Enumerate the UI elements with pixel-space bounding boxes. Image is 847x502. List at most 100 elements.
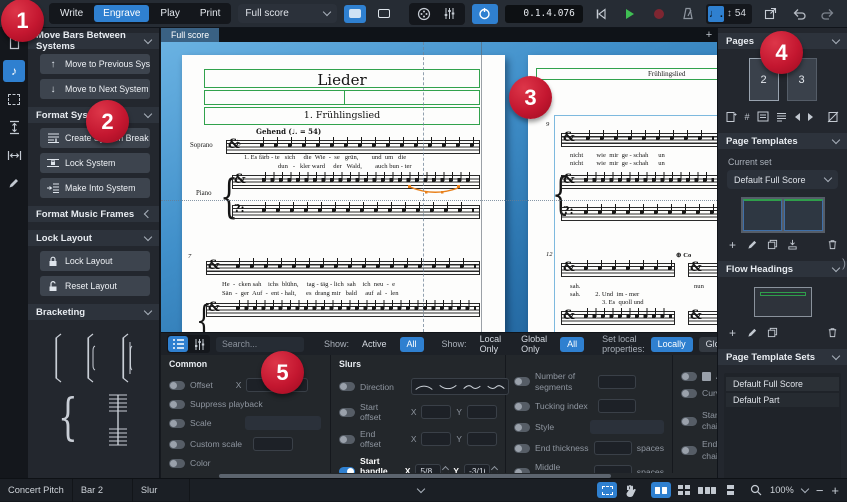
stepper-arrows-icon[interactable] <box>443 467 448 474</box>
direction-toggle[interactable] <box>339 382 355 391</box>
scale-select[interactable] <box>245 416 321 430</box>
add-template-button[interactable]: + <box>726 238 739 251</box>
slur-s-option[interactable] <box>460 379 484 394</box>
lyrics-line[interactable]: sah. 2. Und im - mer <box>570 291 639 298</box>
global-only-button[interactable]: Global Only <box>514 337 554 352</box>
tempo-display[interactable]: ♩. ↕ 54 <box>706 4 752 24</box>
edit-template-button[interactable] <box>746 238 759 251</box>
detach-window-button[interactable] <box>759 5 781 23</box>
mode-play[interactable]: Play <box>151 5 188 22</box>
lyrics-line[interactable]: 3. Es quoll und <box>602 299 644 306</box>
lyrics-line[interactable]: nun <box>694 283 704 290</box>
piano-bass-notes[interactable] <box>262 202 474 212</box>
lyrics-line[interactable]: nicht wie mir ge - schah un <box>570 152 665 159</box>
metronome-button[interactable] <box>677 5 699 23</box>
slur-up-option[interactable] <box>412 379 436 394</box>
list-view-button[interactable] <box>168 336 188 352</box>
play-button[interactable] <box>619 5 641 23</box>
make-into-system-button[interactable]: Make Into System <box>40 178 150 198</box>
remove-overrides-button[interactable] <box>827 110 839 123</box>
soprano-notes-2[interactable] <box>236 258 476 268</box>
middle-thickness-toggle[interactable] <box>514 468 530 473</box>
scope-all-button[interactable]: All <box>560 337 584 352</box>
lyrics-line[interactable]: dun - kler ward der Wald, auch bun - ter <box>278 163 412 170</box>
undo-button[interactable] <box>788 5 810 23</box>
view-horizontal-button[interactable] <box>697 482 717 498</box>
reset-layout-button[interactable]: Reset Layout <box>40 276 150 296</box>
section-move-bars[interactable]: Move Bars Between Systems <box>28 33 159 49</box>
start-offset-x-input[interactable] <box>421 405 451 419</box>
tucking-input[interactable] <box>598 399 636 413</box>
duplicate-flow-heading-button[interactable] <box>766 326 779 339</box>
zoom-level[interactable]: 100% <box>770 485 794 495</box>
lyrics-line[interactable]: He - cken sah ichs blühn, tag - täg - li… <box>222 281 395 288</box>
chevron-down-icon[interactable] <box>801 484 809 492</box>
start-handle-x-stepper[interactable] <box>415 464 448 473</box>
score-page-1[interactable]: Lieder 1. Frühlingslied Gehend (♩. = 54)… <box>182 55 505 332</box>
bracket-subsub-option[interactable] <box>117 332 135 384</box>
marquee-tool-button[interactable] <box>597 482 617 498</box>
template-set-select[interactable]: Default Full Score <box>727 170 838 189</box>
template-set-item[interactable]: Default Part <box>726 393 839 407</box>
end-thickness-input[interactable] <box>594 441 632 455</box>
custom-scale-input[interactable] <box>253 437 293 451</box>
piano-treble-notes[interactable] <box>584 172 714 182</box>
curvature-toggle[interactable] <box>681 389 697 398</box>
end-offset-y-input[interactable] <box>467 432 497 446</box>
properties-search-input[interactable] <box>216 337 304 352</box>
delete-flow-heading-button[interactable] <box>826 326 839 339</box>
video-button[interactable] <box>413 5 435 23</box>
flow-heading-thumbnail[interactable] <box>754 287 812 317</box>
style-select[interactable] <box>590 420 664 434</box>
template-thumbnail[interactable] <box>741 197 825 233</box>
record-button[interactable] <box>648 5 670 23</box>
bracket-subbracket-option[interactable] <box>83 332 99 384</box>
score-page-2[interactable]: Frühlingslied 9 & nicht wie mir ge - sch… <box>528 55 717 332</box>
lock-system-button[interactable]: Lock System <box>40 153 150 173</box>
offset-toggle[interactable] <box>169 381 185 390</box>
staff-spacing-tool-button[interactable] <box>3 116 25 138</box>
section-lock-layout[interactable]: Lock Layout <box>28 230 159 246</box>
local-only-button[interactable]: Local Only <box>473 337 509 352</box>
graphic-editing-tool-button[interactable]: ♪ <box>3 60 25 82</box>
empty-text-frame-left[interactable] <box>204 90 345 105</box>
tab-full-score[interactable]: Full score <box>161 28 219 42</box>
redo-button[interactable] <box>817 5 839 23</box>
start-pos-toggle[interactable] <box>681 417 697 426</box>
new-tab-button[interactable]: + <box>701 28 717 42</box>
empty-text-frame-right[interactable] <box>344 90 480 105</box>
view-vertical-button[interactable] <box>720 482 740 498</box>
slur-down-option[interactable] <box>436 379 460 394</box>
add-flow-heading-button[interactable]: + <box>726 326 739 339</box>
suppress-playback-toggle[interactable] <box>169 400 185 409</box>
view-spread-button[interactable] <box>651 482 671 498</box>
tucking-toggle[interactable] <box>514 402 530 411</box>
score-viewport[interactable]: Lieder 1. Frühlingslied Gehend (♩. = 54)… <box>161 42 717 332</box>
move-to-previous-system-button[interactable]: ↑ Move to Previous System <box>40 54 150 74</box>
section-format-music-frames[interactable]: Format Music Frames <box>28 206 159 222</box>
lyrics-line[interactable]: 1. Es färb - te sich die Wie - se grün, … <box>244 154 406 161</box>
color-toggle[interactable] <box>169 459 185 468</box>
lyrics-line[interactable]: Sän - ger Auf - ent - halt, es drang mir… <box>222 290 399 297</box>
concert-pitch-indicator[interactable]: Concert Pitch <box>0 479 73 502</box>
condensing-tool-button[interactable] <box>3 172 25 194</box>
scale-toggle[interactable] <box>169 419 185 428</box>
go-to-start-button[interactable] <box>590 5 612 23</box>
end-offset-toggle[interactable] <box>339 435 355 444</box>
page-number-change-button[interactable]: # <box>744 110 750 123</box>
segments-toggle[interactable] <box>514 377 530 386</box>
section-page-templates[interactable]: Page Templates <box>718 133 847 149</box>
collapse-panel-chevron[interactable] <box>417 484 425 492</box>
header-text-frame[interactable] <box>536 68 717 80</box>
bracket-option[interactable] <box>53 332 65 384</box>
soprano-notes[interactable] <box>586 130 714 140</box>
mode-engrave[interactable]: Engrave <box>94 5 149 22</box>
move-left-button[interactable] <box>794 110 800 123</box>
filter-view-button[interactable] <box>189 336 209 352</box>
start-handle-y-stepper[interactable] <box>464 464 497 473</box>
start-offset-toggle[interactable] <box>339 408 355 417</box>
edit-flow-heading-button[interactable] <box>746 326 759 339</box>
end-pos-toggle[interactable] <box>681 446 697 455</box>
note-spacing-tool-button[interactable] <box>3 144 25 166</box>
delete-template-button[interactable] <box>826 238 839 251</box>
